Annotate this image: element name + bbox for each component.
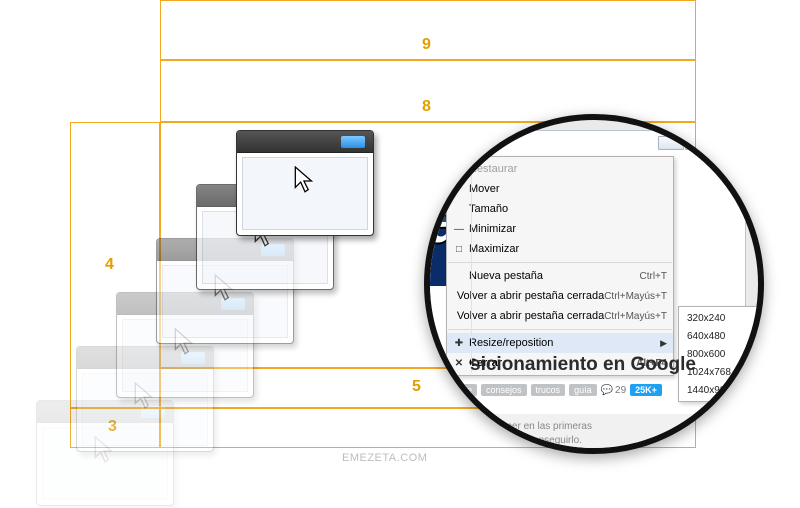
menu-item-nueva-pestana[interactable]: Nueva pestañaCtrl+T — [447, 266, 673, 286]
resolution-option[interactable]: 1440x900 — [679, 381, 757, 399]
magnifier-lens: ab Restaurar Mover Tamaño —Minimizar □Ma… — [424, 114, 764, 454]
maximize-icon: □ — [449, 244, 469, 255]
cursor-icon — [294, 166, 316, 197]
minimize-button[interactable] — [658, 136, 684, 150]
comment-icon: 💬 — [601, 385, 613, 396]
menu-item-mover[interactable]: Mover — [447, 179, 673, 199]
menu-item-minimizar[interactable]: —Minimizar — [447, 219, 673, 239]
page-headline: sicionamiento en Google — [470, 354, 696, 376]
comment-count[interactable]: 💬29 — [601, 385, 627, 396]
menu-item-reabrir-pestana-1[interactable]: Volver a abrir pestaña cerradaCtrl+Mayús… — [447, 286, 673, 306]
layout-label-8: 8 — [422, 98, 431, 116]
close-icon: ✕ — [449, 358, 469, 369]
menu-item-reabrir-pestana-2[interactable]: Volver a abrir pestaña cerradaCtrl+Mayús… — [447, 306, 673, 326]
layout-label-5: 5 — [412, 378, 421, 396]
tags-row: le consejos trucos guía 💬29 25K+ — [460, 384, 662, 396]
share-badge[interactable]: 25K+ — [630, 384, 662, 396]
page-excerpt: es aparecer en las primeras rácticas par… — [460, 414, 734, 454]
mini-window-1 — [236, 130, 374, 236]
resize-icon: ✚ — [449, 338, 469, 349]
menu-item-resize-reposition[interactable]: ✚Resize/reposition▶ — [447, 333, 673, 353]
menu-item-maximizar[interactable]: □Maximizar — [447, 239, 673, 259]
tag[interactable]: le — [460, 384, 477, 396]
system-context-menu: Restaurar Mover Tamaño —Minimizar □Maxim… — [446, 156, 674, 376]
menu-item-restaurar[interactable]: Restaurar — [447, 159, 673, 179]
menu-item-tamano[interactable]: Tamaño — [447, 199, 673, 219]
submenu-arrow-icon: ▶ — [660, 338, 667, 349]
window-controls — [658, 136, 738, 154]
tag[interactable]: trucos — [531, 384, 566, 396]
maximize-button[interactable] — [685, 136, 711, 150]
tag[interactable]: consejos — [481, 384, 527, 396]
minimize-icon: — — [449, 224, 469, 235]
close-button[interactable] — [712, 136, 738, 150]
layout-label-4: 4 — [105, 256, 114, 274]
resolution-option[interactable]: 640x480 — [679, 327, 757, 345]
layout-label-9: 9 — [422, 36, 431, 54]
resolution-option[interactable]: 320x240 — [679, 309, 757, 327]
watermark: EMEZETA.COM — [342, 452, 427, 464]
tag[interactable]: guía — [569, 384, 597, 396]
